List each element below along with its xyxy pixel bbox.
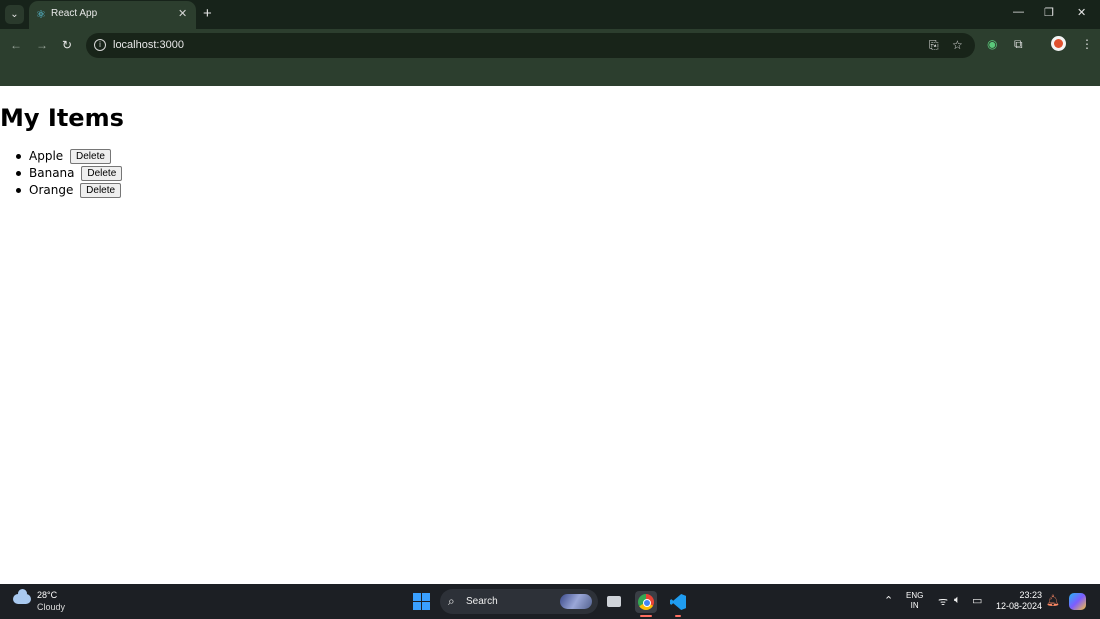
browser-tab-bar: ⌄ ⚛ React App ✕ + — ❐ ✕ <box>0 0 1100 29</box>
new-tab-button[interactable]: + <box>203 5 212 23</box>
chrome-app-icon[interactable] <box>635 591 657 613</box>
windows-taskbar: 28°C Cloudy ⌕ Search ⌃ ENG IN ᯤ 🔈︎ ▭ 23:… <box>0 584 1100 619</box>
site-info-icon[interactable]: i <box>94 39 106 51</box>
extensions-puzzle-icon[interactable]: ⧉ <box>1014 37 1023 52</box>
vscode-running-indicator <box>675 615 681 617</box>
item-name: Orange <box>29 183 74 197</box>
close-tab-icon[interactable]: ✕ <box>178 7 187 20</box>
address-url: localhost:3000 <box>113 39 184 51</box>
delete-button[interactable]: Delete <box>80 183 122 198</box>
profile-avatar[interactable] <box>1051 36 1066 51</box>
page-title: My Items <box>0 104 124 132</box>
search-icon: ⌕ <box>448 594 455 608</box>
task-view-icon[interactable] <box>604 591 626 613</box>
tab-title: React App <box>51 8 98 19</box>
taskbar-search-box[interactable]: ⌕ Search <box>440 589 598 614</box>
tab-search-chevron-icon[interactable]: ⌄ <box>5 5 24 24</box>
clock-time: 23:23 <box>1019 590 1042 600</box>
taskbar-clock[interactable]: 23:23 12-08-2024 <box>992 590 1042 612</box>
volume-icon[interactable]: 🔈︎ <box>954 594 961 607</box>
browser-toolbar: ← → ↻ i localhost:3000 ⎘ ☆ ◉ ⧉ ⋮ <box>0 29 1100 62</box>
list-item: Apple Delete <box>15 148 122 165</box>
item-name: Apple <box>29 149 64 163</box>
language-primary: ENG <box>906 591 924 600</box>
page-content: My Items Apple Delete Banana Delete Oran… <box>0 86 1100 584</box>
battery-icon[interactable]: ▭ <box>972 594 982 607</box>
react-icon: ⚛ <box>36 9 46 21</box>
clock-date: 12-08-2024 <box>995 601 1042 611</box>
cloud-icon[interactable] <box>13 589 31 604</box>
vscode-app-icon[interactable] <box>667 591 689 613</box>
weather-condition[interactable]: Cloudy <box>37 602 65 612</box>
delete-button[interactable]: Delete <box>70 149 111 164</box>
copilot-icon[interactable] <box>1069 593 1086 610</box>
bookmark-bar <box>0 62 1100 86</box>
search-label: Search <box>466 596 498 607</box>
back-arrow-icon[interactable]: ← <box>10 38 22 52</box>
bookmark-star-icon[interactable]: ☆ <box>952 38 963 52</box>
list-item: Banana Delete <box>15 165 123 182</box>
windows-start-icon[interactable] <box>413 593 430 610</box>
minimize-button[interactable]: — <box>1013 6 1024 18</box>
reload-icon[interactable]: ↻ <box>62 38 72 52</box>
tab-react-app[interactable]: ⚛ React App ✕ <box>29 1 196 29</box>
chrome-running-indicator <box>640 615 652 617</box>
delete-button[interactable]: Delete <box>81 166 123 181</box>
forward-arrow-icon[interactable]: → <box>36 38 48 52</box>
close-window-button[interactable]: ✕ <box>1077 6 1086 19</box>
items-list: Apple Delete Banana Delete Orange Delete <box>15 148 123 199</box>
wifi-icon[interactable]: ᯤ <box>938 594 948 609</box>
list-item: Orange Delete <box>15 182 122 199</box>
notification-bell-icon[interactable]: 🔔︎ <box>1046 594 1060 607</box>
show-hidden-icons-chevron-icon[interactable]: ⌃ <box>884 594 893 607</box>
language-indicator[interactable]: ENG IN <box>906 591 923 611</box>
language-secondary: IN <box>910 601 919 610</box>
search-highlight-image <box>560 594 592 609</box>
kebab-menu-icon[interactable]: ⋮ <box>1081 37 1093 51</box>
item-name: Banana <box>29 166 75 180</box>
install-app-icon[interactable]: ⎘ <box>929 38 939 53</box>
grammarly-extension-icon[interactable]: ◉ <box>987 37 997 51</box>
weather-temperature[interactable]: 28°C <box>37 590 57 600</box>
restore-button[interactable]: ❐ <box>1044 6 1054 19</box>
address-bar[interactable]: i localhost:3000 ⎘ ☆ <box>86 33 975 58</box>
